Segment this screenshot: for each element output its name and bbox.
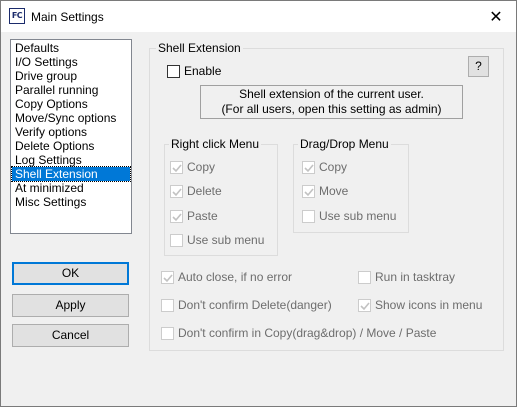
enable-label: Enable [184,64,222,78]
shell-extension-info: Shell extension of the current user. (Fo… [200,85,463,119]
run-in-tasktray-label: Run in tasktray [375,270,456,284]
auto-close-checkbox-box [161,271,174,284]
shell-extension-group-title: Shell Extension [156,41,243,55]
list-item-move-sync-options[interactable]: Move/Sync options [12,111,130,125]
dd-move-label: Move [319,184,349,198]
dd-move-checkbox-box [302,185,315,198]
cancel-button[interactable]: Cancel [12,324,129,347]
list-item-log-settings[interactable]: Log Settings [12,153,130,167]
list-item-delete-options[interactable]: Delete Options [12,139,130,153]
enable-checkbox-box[interactable] [167,65,180,78]
checkmark-icon [172,213,182,222]
help-button[interactable]: ? [468,56,489,77]
close-button[interactable]: ✕ [476,1,516,32]
checkmark-icon [360,302,370,311]
list-item-io-settings[interactable]: I/O Settings [12,55,130,69]
dd-use-sub-menu-label: Use sub menu [319,209,397,223]
show-icons-in-menu-label: Show icons in menu [375,298,483,312]
right-click-menu-title: Right click Menu [169,137,262,151]
rc-delete-label: Delete [187,184,222,198]
apply-button[interactable]: Apply [12,294,129,317]
checkmark-icon [172,188,182,197]
show-icons-in-menu-checkbox-box [358,299,371,312]
list-item-drive-group[interactable]: Drive group [12,69,130,83]
list-item-at-minimized[interactable]: At minimized [12,181,130,195]
list-item-defaults[interactable]: Defaults [12,41,130,55]
dont-confirm-copy-label: Don't confirm in Copy(drag&drop) / Move … [178,326,437,340]
main-settings-window: FC Main Settings ✕ Defaults I/O Settings… [0,0,517,407]
info-line-2: (For all users, open this setting as adm… [221,102,442,116]
rc-paste-checkbox-box [170,210,183,223]
checkmark-icon [304,188,314,197]
checkmark-icon [304,164,314,173]
rc-paste-label: Paste [187,209,218,223]
list-item-shell-extension[interactable]: Shell Extension [11,166,131,182]
settings-category-list[interactable]: Defaults I/O Settings Drive group Parall… [10,39,132,234]
auto-close-label: Auto close, if no error [178,270,293,284]
rc-use-sub-menu-label: Use sub menu [187,233,265,247]
fastcopy-app-icon: FC [9,8,25,24]
checkmark-icon [163,274,173,283]
dont-confirm-delete-checkbox-box [161,299,174,312]
list-item-copy-options[interactable]: Copy Options [12,97,130,111]
ok-button[interactable]: OK [12,262,129,285]
dd-use-sub-menu-checkbox-box [302,210,315,223]
list-item-verify-options[interactable]: Verify options [12,125,130,139]
drag-drop-menu-title: Drag/Drop Menu [298,137,391,151]
info-line-1: Shell extension of the current user. [239,87,424,101]
rc-copy-checkbox-box [170,161,183,174]
run-in-tasktray-checkbox-box [358,271,371,284]
list-item-parallel-running[interactable]: Parallel running [12,83,130,97]
list-item-misc-settings[interactable]: Misc Settings [12,195,130,209]
dont-confirm-copy-checkbox-box [161,327,174,340]
dd-copy-label: Copy [319,160,348,174]
rc-copy-label: Copy [187,160,216,174]
title-bar: FC Main Settings ✕ [1,1,516,32]
dont-confirm-delete-label: Don't confirm Delete(danger) [178,298,332,312]
rc-delete-checkbox-box [170,185,183,198]
window-title: Main Settings [31,10,104,24]
checkmark-icon [172,164,182,173]
dd-copy-checkbox-box [302,161,315,174]
rc-use-sub-menu-checkbox-box [170,234,183,247]
